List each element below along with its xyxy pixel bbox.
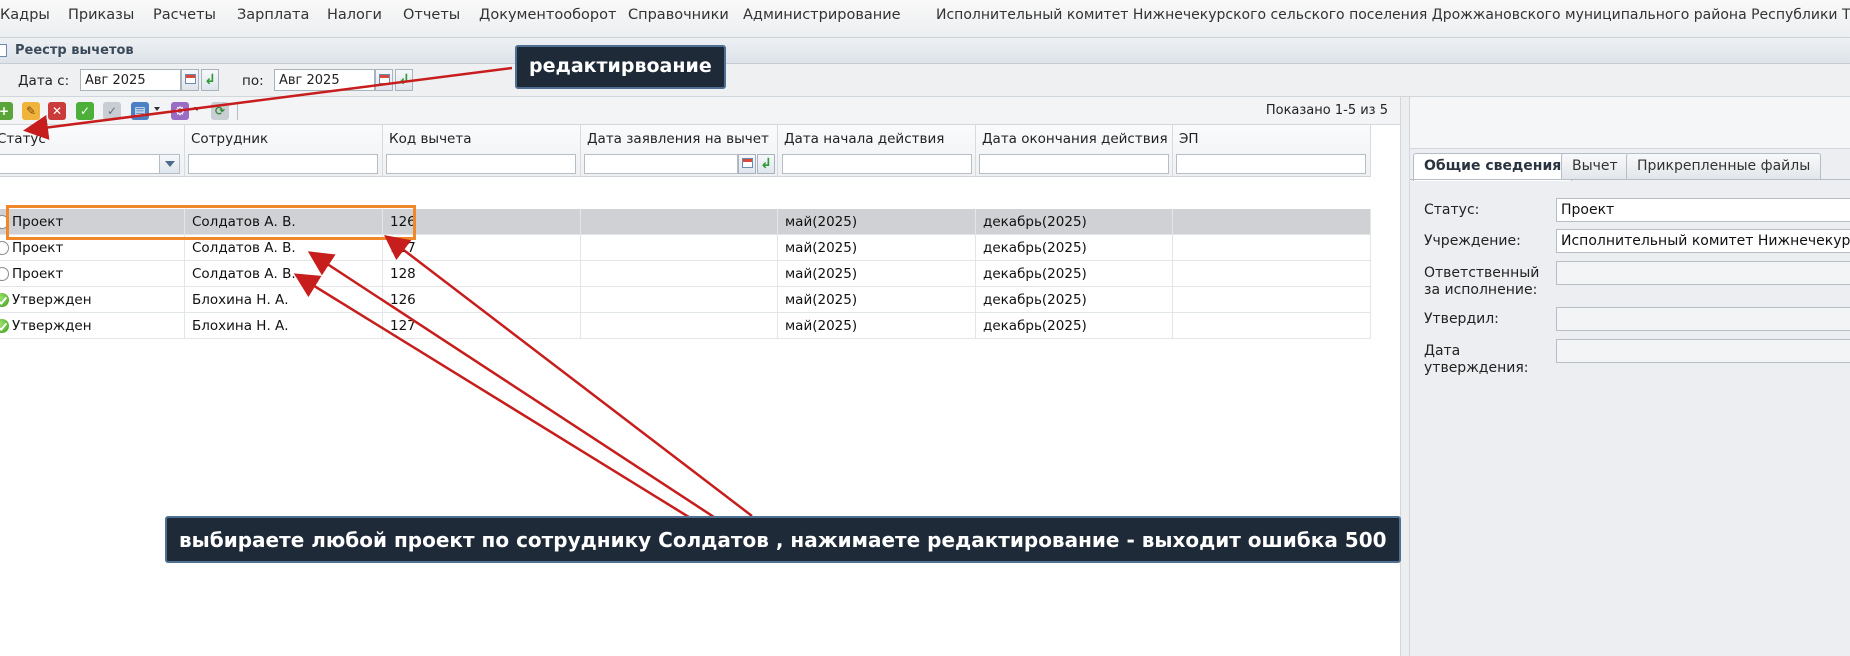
registry-icon xyxy=(0,44,7,57)
menu-item-administration[interactable]: Администрирование xyxy=(743,7,901,23)
details-panel-toolbar xyxy=(1410,97,1850,149)
tab-general[interactable]: Общие сведения xyxy=(1413,153,1573,181)
column-header-code[interactable]: Код вычета xyxy=(383,125,581,177)
top-menu-bar: Кадры Приказы Расчеты Зарплата Налоги От… xyxy=(0,0,1850,38)
project-status-icon xyxy=(0,241,9,255)
grid-toolbar: + ✎ ✕ ✓ ✓ ▤ ⚙ ⟳ Показано 1-5 из 5 xyxy=(0,97,1400,125)
menu-item-calculations[interactable]: Расчеты xyxy=(153,7,216,23)
calendar-icon[interactable] xyxy=(375,69,393,91)
responsible-field[interactable] xyxy=(1556,261,1850,285)
calendar-icon[interactable] xyxy=(181,69,199,91)
grid-header: Статус Сотрудник Код вычета Дата заявлен… xyxy=(0,125,1371,177)
table-row[interactable]: Утвержден Блохина Н. А. 126 май(2025) де… xyxy=(0,287,1371,313)
page-title: Реестр вычетов xyxy=(15,43,134,58)
date-to-input[interactable] xyxy=(274,69,375,91)
chevron-down-icon[interactable] xyxy=(159,155,179,173)
instruction-callout: выбираете любой проект по сотруднику Сол… xyxy=(165,516,1401,563)
date-from-label: Дата с: xyxy=(18,73,70,89)
column-header-end-date[interactable]: Дата окончания действия xyxy=(976,125,1173,177)
details-panel: Общие сведения Вычет Прикрепленные файлы… xyxy=(1410,97,1850,656)
edit-icon[interactable]: ✎ xyxy=(22,102,40,120)
refresh-icon[interactable]: ⟳ xyxy=(211,102,229,120)
actions-icon[interactable]: ⚙ xyxy=(171,102,189,120)
general-info-form: Статус: Проект Учреждение: Исполнительны… xyxy=(1410,181,1850,656)
application-date-filter-input[interactable] xyxy=(584,154,738,174)
records-count: Показано 1-5 из 5 xyxy=(1265,103,1388,118)
menu-item-document-flow[interactable]: Документооборот xyxy=(479,7,616,23)
panel-header: Реестр вычетов xyxy=(0,38,1850,64)
approve-icon[interactable]: ✓ xyxy=(76,102,94,120)
status-filter-select[interactable] xyxy=(0,154,180,174)
end-date-filter-input[interactable] xyxy=(979,154,1169,174)
calendar-icon[interactable] xyxy=(738,154,756,174)
reset-date-icon[interactable]: ↲ xyxy=(757,154,775,174)
add-icon[interactable]: + xyxy=(0,102,13,120)
chevron-down-icon[interactable] xyxy=(194,107,200,111)
approved-status-icon xyxy=(0,319,9,333)
column-header-employee[interactable]: Сотрудник xyxy=(185,125,383,177)
menu-item-orders[interactable]: Приказы xyxy=(68,7,134,23)
institution-field[interactable]: Исполнительный комитет Нижнечекурского xyxy=(1556,229,1850,253)
delete-icon[interactable]: ✕ xyxy=(48,102,66,120)
project-status-icon xyxy=(0,267,9,281)
menu-item-hr[interactable]: Кадры xyxy=(0,7,50,23)
menu-item-references[interactable]: Справочники xyxy=(628,7,729,23)
approved-by-label: Утвердил: xyxy=(1424,311,1499,327)
organization-title: Исполнительный комитет Нижнечекурского с… xyxy=(936,7,1850,23)
approval-date-label: Дата утверждения: xyxy=(1424,343,1529,376)
employee-filter-input[interactable] xyxy=(188,154,378,174)
tabs-divider xyxy=(1410,179,1850,180)
check-icon[interactable]: ✓ xyxy=(103,102,121,120)
print-icon[interactable]: ▤ xyxy=(131,102,149,120)
date-filter-bar: Дата с: ↲ по: ↲ xyxy=(0,64,1850,97)
date-from-input[interactable] xyxy=(80,69,181,91)
approved-by-field[interactable] xyxy=(1556,307,1850,331)
start-date-filter-input[interactable] xyxy=(782,154,972,174)
column-header-status[interactable]: Статус xyxy=(0,125,185,177)
table-row[interactable]: Утвержден Блохина Н. А. 127 май(2025) де… xyxy=(0,313,1371,339)
table-row[interactable]: Проект Солдатов А. В. 128 май(2025) дека… xyxy=(0,261,1371,287)
institution-label: Учреждение: xyxy=(1424,233,1521,249)
tab-attached-files[interactable]: Прикрепленные файлы xyxy=(1626,153,1822,179)
ep-filter-input[interactable] xyxy=(1176,154,1366,174)
selected-row-highlight xyxy=(6,205,416,240)
edit-callout: редактирвоание xyxy=(515,45,726,89)
approval-date-field[interactable] xyxy=(1556,339,1850,363)
chevron-down-icon[interactable] xyxy=(154,107,160,111)
toolbar-separator xyxy=(237,102,238,120)
code-filter-input[interactable] xyxy=(386,154,576,174)
reset-date-icon[interactable]: ↲ xyxy=(201,69,219,91)
column-header-application-date[interactable]: Дата заявления на вычет ↲ xyxy=(581,125,778,177)
responsible-label: Ответственный за исполнение: xyxy=(1424,265,1540,298)
menu-item-taxes[interactable]: Налоги xyxy=(327,7,382,23)
status-label: Статус: xyxy=(1424,202,1480,218)
menu-item-salary[interactable]: Зарплата xyxy=(237,7,309,23)
approved-status-icon xyxy=(0,293,9,307)
reset-date-icon[interactable]: ↲ xyxy=(395,69,413,91)
menu-item-reports[interactable]: Отчеты xyxy=(403,7,460,23)
status-field[interactable]: Проект xyxy=(1556,198,1850,222)
tab-deduction[interactable]: Вычет xyxy=(1561,153,1629,179)
panel-splitter[interactable] xyxy=(1400,97,1410,656)
date-to-label: по: xyxy=(242,73,264,89)
column-header-start-date[interactable]: Дата начала действия xyxy=(778,125,976,177)
column-header-ep[interactable]: ЭП xyxy=(1173,125,1371,177)
